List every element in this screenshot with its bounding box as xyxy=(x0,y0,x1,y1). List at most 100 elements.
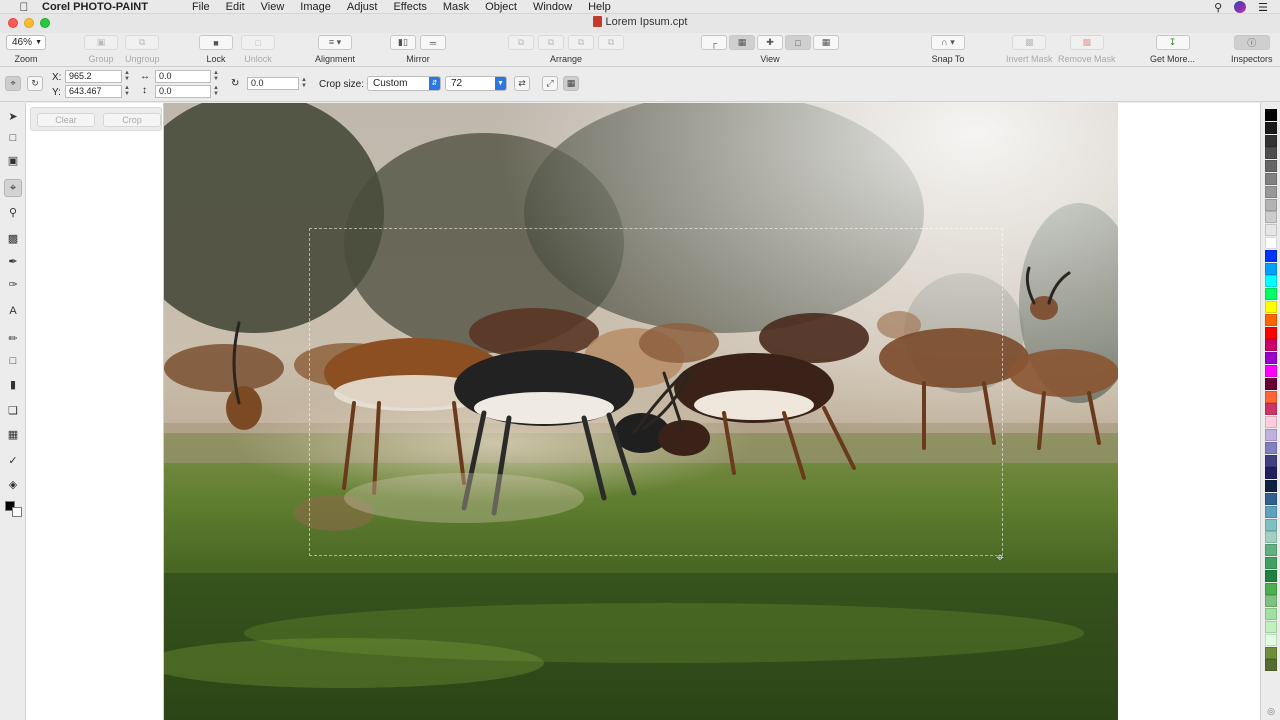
alignment-button[interactable]: ≡ ▾ xyxy=(318,35,353,50)
zoom-select[interactable]: 46% ▼ xyxy=(6,35,46,50)
app-name[interactable]: Corel PHOTO-PAINT xyxy=(42,1,148,13)
palette-swatch[interactable] xyxy=(1265,480,1277,493)
palette-swatch[interactable] xyxy=(1265,557,1277,569)
palette-swatch[interactable] xyxy=(1265,224,1277,237)
mirror-vertical-button[interactable]: ═ xyxy=(420,35,446,50)
ungroup-button[interactable]: ⧉ xyxy=(125,35,160,50)
siri-icon[interactable] xyxy=(1234,1,1247,13)
palette-swatch[interactable] xyxy=(1265,198,1277,211)
forward-one-button[interactable]: ⧉ xyxy=(538,35,564,50)
palette-swatch[interactable] xyxy=(1265,416,1277,429)
notification-center-icon[interactable]: ☰ xyxy=(1258,1,1268,14)
swap-orientation-button[interactable]: ⇄ xyxy=(514,76,530,91)
palette-swatch[interactable] xyxy=(1265,339,1277,352)
palette-swatch[interactable] xyxy=(1265,211,1277,224)
palette-swatch[interactable] xyxy=(1265,326,1277,339)
mask-rectangle-tool[interactable]: □ xyxy=(4,129,22,147)
crop-tool[interactable]: ⌖ xyxy=(4,179,22,197)
palette-options-icon[interactable]: ◎ xyxy=(1265,706,1277,716)
width-input[interactable]: 0.0 xyxy=(155,70,211,83)
crop-mode-button[interactable]: ⌖ xyxy=(5,76,21,91)
palette-swatch[interactable] xyxy=(1265,467,1277,480)
menu-help[interactable]: Help xyxy=(588,1,611,13)
palette-swatch[interactable] xyxy=(1265,493,1277,505)
photo-image[interactable]: ⌖ xyxy=(164,103,1118,720)
crop-overlay-button[interactable]: ▦ xyxy=(563,76,579,91)
rectangle-tool[interactable]: □ xyxy=(4,352,22,370)
palette-swatch[interactable] xyxy=(1265,134,1277,147)
y-position-input[interactable]: 643.467 xyxy=(65,85,122,98)
back-one-button[interactable]: ⧉ xyxy=(568,35,594,50)
palette-swatch[interactable] xyxy=(1265,441,1277,454)
touchup-brush-tool[interactable]: ✒ xyxy=(4,252,22,270)
palette-swatch[interactable] xyxy=(1265,121,1277,134)
eyedropper-tool[interactable]: ✓ xyxy=(4,451,22,469)
palette-swatch[interactable] xyxy=(1265,429,1277,441)
crop-size-select[interactable]: Custom ⇵ xyxy=(367,76,441,91)
palette-swatch[interactable] xyxy=(1265,454,1277,467)
palette-swatch[interactable] xyxy=(1265,352,1277,365)
menu-file[interactable]: File xyxy=(192,1,210,13)
palette-swatch[interactable] xyxy=(1265,531,1277,544)
to-front-button[interactable]: ⧉ xyxy=(508,35,534,50)
view-object-marquee-button[interactable]: ▦ xyxy=(813,35,839,50)
view-mask-marquee-button[interactable]: □ xyxy=(785,35,811,50)
palette-swatch[interactable] xyxy=(1265,518,1277,531)
menu-window[interactable]: Window xyxy=(533,1,572,13)
view-guidelines-button[interactable]: ✚ xyxy=(757,35,783,50)
canvas-area[interactable]: ⌖ xyxy=(164,103,1260,720)
x-position-input[interactable]: 965.2 xyxy=(65,70,122,83)
menu-effects[interactable]: Effects xyxy=(393,1,426,13)
apple-icon[interactable]:  xyxy=(14,0,34,14)
inspectors-button[interactable]: ⓘ xyxy=(1233,35,1270,50)
palette-swatch[interactable] xyxy=(1265,147,1277,160)
palette-swatch[interactable] xyxy=(1265,505,1277,518)
menu-mask[interactable]: Mask xyxy=(443,1,469,13)
object-transparency-tool[interactable]: ❏ xyxy=(4,401,22,419)
width-stepper[interactable]: ▲ ▼ xyxy=(213,70,219,83)
rotation-input[interactable]: 0.0 xyxy=(247,77,299,90)
lock-button[interactable]: ■ xyxy=(199,35,233,50)
height-input[interactable]: 0.0 xyxy=(155,85,211,98)
palette-swatch[interactable] xyxy=(1265,275,1277,288)
to-back-button[interactable]: ⧉ xyxy=(598,35,624,50)
eraser-tool[interactable]: ▮ xyxy=(4,375,22,393)
red-eye-tool[interactable]: ✑ xyxy=(4,275,22,293)
palette-swatch[interactable] xyxy=(1265,403,1277,416)
palette-swatch[interactable] xyxy=(1265,237,1277,249)
palette-swatch[interactable] xyxy=(1265,659,1277,672)
paint-tool[interactable]: ✏ xyxy=(4,329,22,347)
palette-swatch[interactable] xyxy=(1265,646,1277,659)
palette-swatch[interactable] xyxy=(1265,633,1277,646)
x-stepper[interactable]: ▲ ▼ xyxy=(124,70,130,83)
palette-swatch[interactable] xyxy=(1265,595,1277,608)
palette-swatch[interactable] xyxy=(1265,621,1277,633)
palette-swatch[interactable] xyxy=(1265,301,1277,313)
rotation-stepper[interactable]: ▲ ▼ xyxy=(301,77,307,90)
palette-swatch[interactable] xyxy=(1265,313,1277,326)
invert-mask-button[interactable]: ▩ xyxy=(1012,35,1047,50)
pick-tool[interactable]: ➤ xyxy=(4,107,22,125)
crop-selection-marquee[interactable] xyxy=(309,228,1003,556)
palette-swatch[interactable] xyxy=(1265,569,1277,582)
mirror-horizontal-button[interactable]: ▮▯ xyxy=(390,35,416,50)
text-tool[interactable]: A xyxy=(4,302,22,320)
mask-transform-tool[interactable]: ▣ xyxy=(4,151,22,169)
remove-mask-button[interactable]: ▩ xyxy=(1069,35,1104,50)
palette-swatch[interactable] xyxy=(1265,160,1277,173)
view-grid-button[interactable]: ▦ xyxy=(729,35,755,50)
snapto-button[interactable]: ∩ ▾ xyxy=(931,35,965,50)
height-stepper[interactable]: ▲ ▼ xyxy=(213,85,219,98)
palette-swatch[interactable] xyxy=(1265,173,1277,185)
menu-adjust[interactable]: Adjust xyxy=(347,1,378,13)
palette-swatch[interactable] xyxy=(1265,390,1277,403)
palette-swatch[interactable] xyxy=(1265,365,1277,377)
y-stepper[interactable]: ▲ ▼ xyxy=(124,85,130,98)
interactive-fill-tool[interactable]: ▦ xyxy=(4,425,22,443)
clone-tool[interactable]: ▩ xyxy=(4,229,22,247)
menu-image[interactable]: Image xyxy=(300,1,331,13)
unlock-button[interactable]: □ xyxy=(241,35,275,50)
crop-to-fit-button[interactable]: ⤢ xyxy=(542,76,558,91)
palette-swatch[interactable] xyxy=(1265,608,1277,621)
paper-color-swatch[interactable] xyxy=(12,507,22,517)
